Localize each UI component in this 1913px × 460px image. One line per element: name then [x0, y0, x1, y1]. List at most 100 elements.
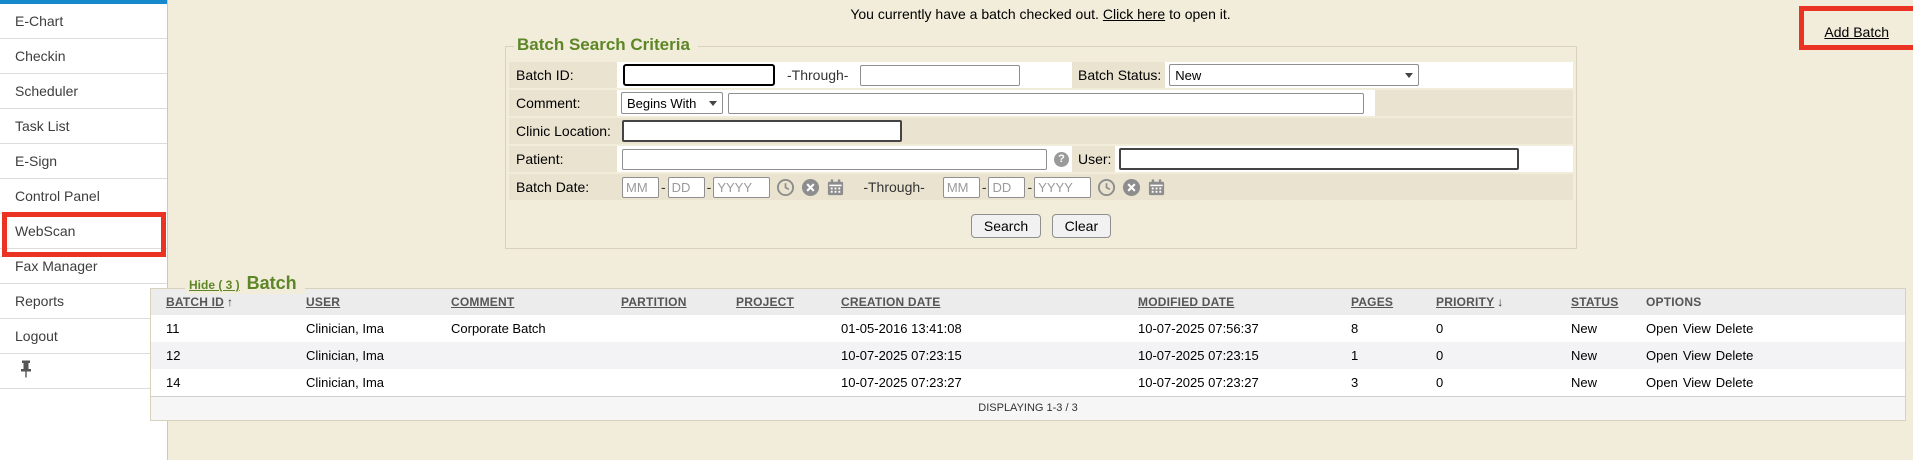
cell-modified-date: 10-07-2025 07:56:37: [1123, 315, 1336, 342]
column-header-partition[interactable]: PARTITION: [606, 289, 721, 315]
column-header-comment[interactable]: COMMENT: [436, 289, 606, 315]
sort-desc-icon: ↓: [1497, 295, 1503, 309]
cell-priority: 0: [1421, 369, 1556, 396]
date-dash: -: [1027, 179, 1032, 195]
sidebar-item-task-list[interactable]: Task List: [0, 109, 167, 144]
delete-link[interactable]: Delete: [1716, 348, 1754, 363]
cell-pages: 3: [1336, 369, 1421, 396]
delete-link[interactable]: Delete: [1716, 321, 1754, 336]
view-link[interactable]: View: [1683, 348, 1711, 363]
column-header-status[interactable]: STATUS: [1556, 289, 1631, 315]
batch-search-criteria-fieldset: Batch Search Criteria Batch ID: -Through…: [505, 46, 1577, 249]
column-label[interactable]: CREATION DATE: [841, 295, 941, 309]
column-label[interactable]: BATCH ID: [166, 295, 224, 309]
sidebar-item-e-sign[interactable]: E-Sign: [0, 144, 167, 179]
open-link[interactable]: Open: [1646, 375, 1678, 390]
batch-id-from-input[interactable]: [623, 64, 775, 86]
column-header-modified-date[interactable]: MODIFIED DATE: [1123, 289, 1336, 315]
batch-status-label: Batch Status:: [1072, 62, 1165, 88]
sidebar-item-webscan[interactable]: WebScan: [0, 214, 167, 249]
sidebar-item-control-panel[interactable]: Control Panel: [0, 179, 167, 214]
column-label[interactable]: PARTITION: [621, 295, 687, 309]
hide-results-link[interactable]: Hide ( 3 ): [189, 278, 240, 292]
view-link[interactable]: View: [1683, 321, 1711, 336]
open-link[interactable]: Open: [1646, 348, 1678, 363]
column-label[interactable]: PAGES: [1351, 295, 1393, 309]
sidebar-item-checkin[interactable]: Checkin: [0, 39, 167, 74]
cell-project: [721, 342, 826, 369]
sidebar-item-fax-manager[interactable]: Fax Manager: [0, 249, 167, 284]
click-here-link[interactable]: Click here: [1103, 6, 1165, 22]
cell-user: Clinician, Ima: [291, 369, 436, 396]
cell-priority: 0: [1421, 315, 1556, 342]
comment-input[interactable]: [728, 93, 1364, 114]
results-header-row: BATCH ID↑ USER COMMENT PARTITION PROJECT CREA…: [151, 289, 1905, 315]
column-label[interactable]: PROJECT: [736, 295, 794, 309]
column-label[interactable]: STATUS: [1571, 295, 1618, 309]
help-icon[interactable]: ?: [1054, 152, 1069, 167]
batch-id-to-input[interactable]: [860, 65, 1020, 86]
cell-batch-id: 14: [151, 369, 291, 396]
cell-status: New: [1556, 342, 1631, 369]
batch-search-criteria-title: Batch Search Criteria: [514, 35, 698, 55]
results-footer-row: DISPLAYING 1-3 / 3: [151, 396, 1905, 420]
view-link[interactable]: View: [1683, 375, 1711, 390]
column-label[interactable]: COMMENT: [451, 295, 514, 309]
cell-priority: 0: [1421, 342, 1556, 369]
cell-status: New: [1556, 369, 1631, 396]
clinic-location-label: Clinic Location:: [509, 118, 617, 144]
cell-creation-date: 10-07-2025 07:23:27: [826, 369, 1123, 396]
column-label[interactable]: MODIFIED DATE: [1138, 295, 1234, 309]
comment-match-select[interactable]: Begins With: [621, 92, 723, 114]
cell-comment: [436, 342, 606, 369]
date-dash: -: [707, 179, 712, 195]
batch-date-from-dd-input[interactable]: [668, 177, 705, 198]
clear-date-icon[interactable]: [1122, 178, 1141, 197]
sidebar-item-logout[interactable]: Logout: [0, 319, 167, 354]
column-header-priority[interactable]: PRIORITY↓: [1421, 289, 1556, 315]
batch-date-to-dd-input[interactable]: [988, 177, 1025, 198]
table-row: 12Clinician, Ima10-07-2025 07:23:1510-07…: [151, 342, 1905, 369]
clear-button[interactable]: Clear: [1052, 214, 1111, 238]
chevron-down-icon: [709, 101, 717, 106]
cell-options: Open View Delete: [1631, 369, 1905, 396]
patient-input[interactable]: [622, 149, 1047, 170]
cell-creation-date: 01-05-2016 13:41:08: [826, 315, 1123, 342]
batch-date-to-yyyy-input[interactable]: [1034, 177, 1091, 198]
user-input[interactable]: [1119, 148, 1519, 170]
cell-status: New: [1556, 315, 1631, 342]
column-header-pages[interactable]: PAGES: [1336, 289, 1421, 315]
delete-link[interactable]: Delete: [1716, 375, 1754, 390]
date-dash: -: [982, 179, 987, 195]
add-batch-link[interactable]: Add Batch: [1824, 24, 1889, 40]
sidebar-item-reports[interactable]: Reports: [0, 284, 167, 319]
batch-id-label: Batch ID:: [509, 62, 617, 88]
clinic-location-input[interactable]: [622, 120, 902, 142]
batch-status-select[interactable]: New: [1169, 64, 1419, 86]
column-label[interactable]: PRIORITY: [1436, 295, 1494, 309]
search-button[interactable]: Search: [971, 214, 1041, 238]
sidebar-pin-row[interactable]: [0, 354, 167, 389]
sidebar-item-scheduler[interactable]: Scheduler: [0, 74, 167, 109]
clock-icon[interactable]: [776, 178, 795, 197]
batch-date-from-mm-input[interactable]: [622, 177, 659, 198]
calendar-icon[interactable]: [1147, 178, 1166, 197]
sidebar-menu: E-ChartCheckinSchedulerTask ListE-SignCo…: [0, 4, 167, 354]
clock-icon[interactable]: [1097, 178, 1116, 197]
batch-results-fieldset: Hide ( 3 ) Batch BATCH ID↑USERCOMMENTPAR…: [150, 288, 1906, 421]
column-label[interactable]: USER: [306, 295, 340, 309]
cell-partition: [606, 369, 721, 396]
clear-date-icon[interactable]: [801, 178, 820, 197]
cell-options: Open View Delete: [1631, 342, 1905, 369]
sort-asc-icon: ↑: [227, 295, 233, 309]
batch-date-to-mm-input[interactable]: [943, 177, 980, 198]
column-header-project[interactable]: PROJECT: [721, 289, 826, 315]
user-label: User:: [1072, 146, 1115, 172]
open-link[interactable]: Open: [1646, 321, 1678, 336]
batch-date-from-yyyy-input[interactable]: [713, 177, 770, 198]
form-buttons-row: Search Clear: [509, 214, 1573, 238]
sidebar-item-e-chart[interactable]: E-Chart: [0, 4, 167, 39]
column-header-user[interactable]: USER: [291, 289, 436, 315]
calendar-icon[interactable]: [826, 178, 845, 197]
column-header-creation-date[interactable]: CREATION DATE: [826, 289, 1123, 315]
